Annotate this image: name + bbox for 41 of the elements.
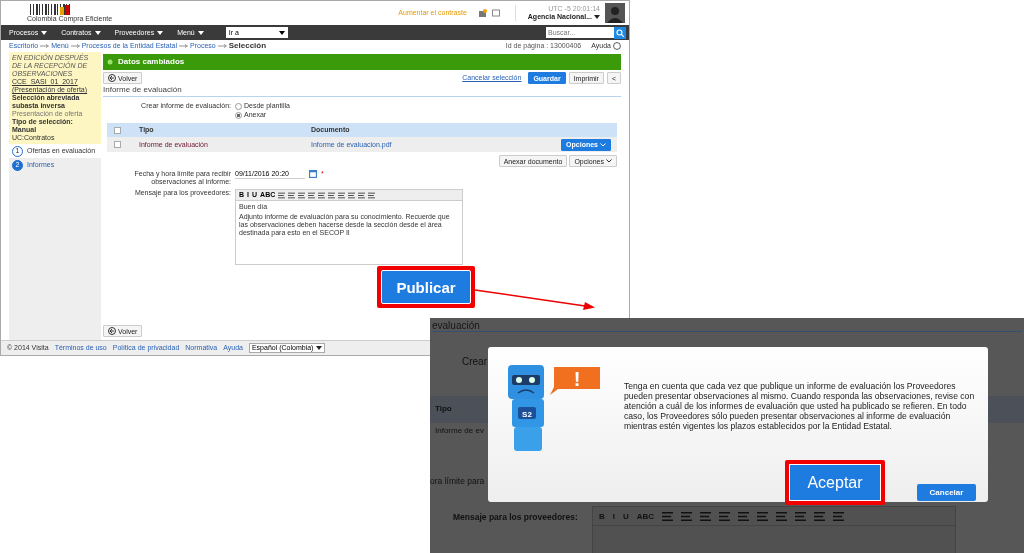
cancel-button[interactable]: Cancelar [917, 484, 976, 501]
breadcrumb-arrow-icon [217, 44, 227, 48]
banner-text: Datos cambiados [118, 58, 185, 66]
breadcrumb-arrow-icon [70, 44, 80, 48]
row-checkbox[interactable] [114, 141, 121, 148]
caret-icon [278, 30, 285, 35]
column-header: Tipo [435, 404, 452, 413]
format-label: U [623, 511, 629, 521]
caret-icon [41, 30, 48, 35]
chevron-icon [600, 142, 606, 147]
field-label: Mensaje para los proveedores: [453, 512, 578, 522]
format-label: B [599, 511, 605, 521]
building-icon[interactable] [477, 9, 487, 17]
format-label: ABC [636, 511, 655, 521]
back-arrow-icon [108, 327, 116, 335]
help-icon[interactable] [613, 42, 621, 50]
document-icon[interactable] [491, 9, 500, 17]
alert-mark: ! [573, 368, 581, 390]
breadcrumb-arrow-icon [40, 44, 50, 48]
publish-button[interactable]: Publicar [381, 270, 471, 304]
logo-icon [27, 3, 71, 15]
leaf-icon [107, 59, 113, 65]
badge-label: S2 [522, 409, 532, 419]
align-left-icon [662, 510, 674, 522]
dialog-message: Tenga en cuenta que cada vez que publique un informe de evaluación los Proveedores pueden presentar observaciones al mismo. Cuando responda las observaciones, revise con atención a cuál de los informes de evaluación que usted ha publicado se refieren. En todo caso, los Proveedores sólo pueden presentar observaciones al informe de evaluación mientras estén vigentes los plazos establecidos por la Entidad Estatal. [624, 381, 976, 431]
select-all-checkbox[interactable] [114, 126, 121, 134]
field-label: Crear [462, 356, 487, 367]
search-icon[interactable] [614, 26, 626, 39]
section-title: evaluación [432, 320, 1022, 332]
accept-button[interactable]: Aceptar [789, 464, 881, 501]
chevron-icon [606, 159, 612, 163]
section-title: Informe de evaluación [103, 84, 621, 97]
breadcrumb-arrow-icon [179, 44, 189, 48]
caret-icon [94, 30, 101, 35]
align-left-icon[interactable] [278, 191, 286, 199]
caret-icon [157, 30, 164, 35]
caret-icon [316, 346, 323, 350]
caret-icon [197, 30, 204, 35]
calendar-icon[interactable] [309, 170, 317, 178]
back-arrow-icon [108, 74, 116, 82]
caret-icon [594, 15, 600, 19]
